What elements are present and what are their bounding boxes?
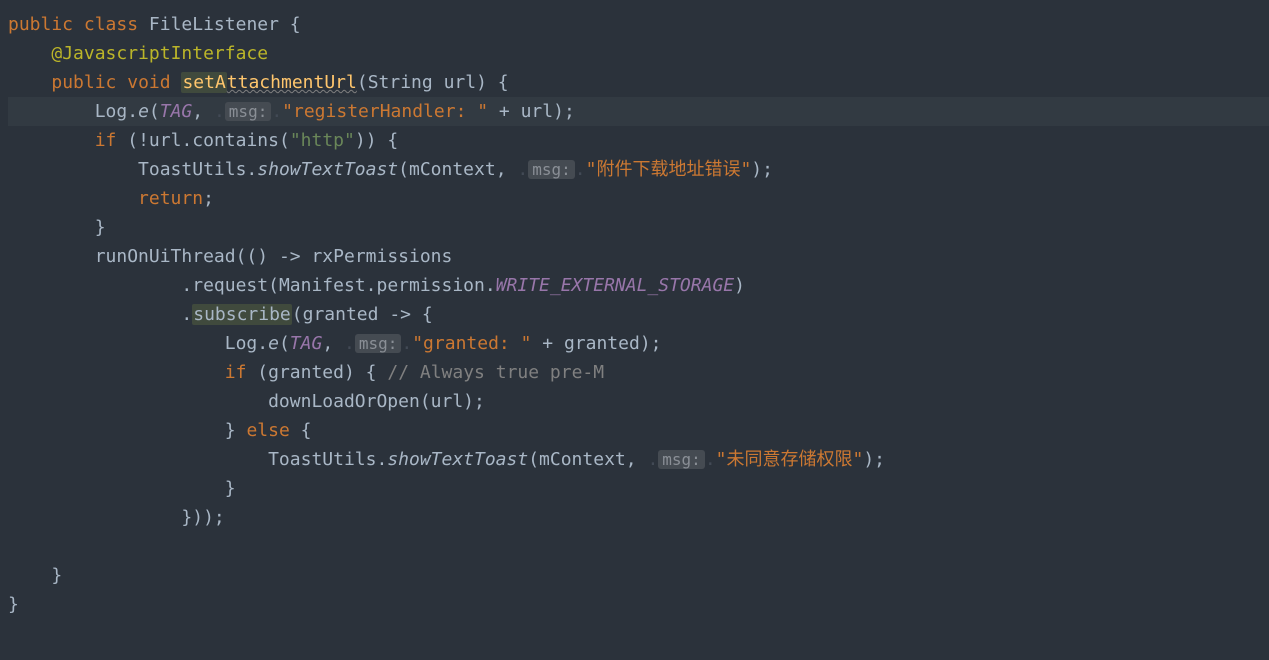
method-call-highlighted: subscribe: [192, 304, 292, 325]
paren: (: [357, 72, 368, 93]
field: TAG: [290, 333, 323, 354]
method-call: showTextToast: [387, 449, 528, 470]
method-name: ttachmentUrl: [227, 72, 357, 93]
code-line[interactable]: runOnUiThread(() -> rxPermissions: [8, 242, 1269, 271]
identifier: mContext: [539, 449, 626, 470]
identifier: url: [149, 130, 182, 151]
operator: +: [488, 101, 521, 122]
code-line[interactable]: return;: [8, 184, 1269, 213]
brace: {: [498, 72, 509, 93]
brace: {: [290, 14, 301, 35]
method-name-highlighted: setA: [181, 72, 226, 93]
method-call: request: [192, 275, 268, 296]
method-call: e: [268, 333, 279, 354]
keyword-public: public: [8, 14, 73, 35]
method-call: contains: [192, 130, 279, 151]
string-literal: "http": [290, 130, 355, 151]
code-line[interactable]: public void setAttachmentUrl(String url)…: [8, 68, 1269, 97]
keyword-if: if: [225, 362, 247, 383]
param: granted: [303, 304, 379, 325]
code-line[interactable]: }: [8, 213, 1269, 242]
keyword-void: void: [127, 72, 170, 93]
identifier: permission: [376, 275, 484, 296]
string-literal: "registerHandler: ": [282, 101, 488, 122]
annotation: @JavascriptInterface: [51, 43, 268, 64]
method-call: e: [138, 101, 149, 122]
method-call: runOnUiThread: [95, 246, 236, 267]
comment: // Always true pre-M: [387, 362, 604, 383]
param-hint: msg:: [225, 102, 272, 121]
class-name: FileListener: [149, 14, 279, 35]
type: String: [368, 72, 433, 93]
identifier: Log: [225, 333, 258, 354]
paren: ): [476, 72, 487, 93]
code-line[interactable]: } else {: [8, 416, 1269, 445]
keyword-if: if: [95, 130, 117, 151]
string-literal: "granted: ": [412, 333, 531, 354]
code-line[interactable]: @JavascriptInterface: [8, 39, 1269, 68]
identifier: granted: [564, 333, 640, 354]
identifier: ToastUtils: [268, 449, 376, 470]
string-literal: "未同意存储权限": [716, 449, 864, 470]
lambda-arrow: ->: [268, 246, 311, 267]
identifier: Log: [95, 101, 128, 122]
keyword-return: return: [138, 188, 203, 209]
code-line[interactable]: if (granted) { // Always true pre-M: [8, 358, 1269, 387]
code-line[interactable]: }: [8, 590, 1269, 619]
code-line[interactable]: .request(Manifest.permission.WRITE_EXTER…: [8, 271, 1269, 300]
code-line[interactable]: Log.e(TAG, .msg:."granted: " + granted);: [8, 329, 1269, 358]
code-editor[interactable]: public class FileListener { @JavascriptI…: [0, 10, 1269, 619]
identifier: rxPermissions: [311, 246, 452, 267]
method-call: showTextToast: [257, 159, 398, 180]
code-line-current[interactable]: Log.e(TAG, .msg:."registerHandler: " + u…: [8, 97, 1269, 126]
constant: WRITE_EXTERNAL_STORAGE: [496, 275, 734, 296]
keyword-public: public: [51, 72, 116, 93]
code-line[interactable]: }: [8, 561, 1269, 590]
param: url: [444, 72, 477, 93]
keyword-else: else: [246, 420, 289, 441]
code-line[interactable]: downLoadOrOpen(url);: [8, 387, 1269, 416]
code-line[interactable]: }));: [8, 503, 1269, 532]
identifier: Manifest: [279, 275, 366, 296]
keyword-class: class: [84, 14, 138, 35]
code-line[interactable]: [8, 532, 1269, 561]
identifier: url: [521, 101, 554, 122]
string-literal: "附件下载地址错误": [586, 159, 752, 180]
identifier: mContext: [409, 159, 496, 180]
code-line[interactable]: ToastUtils.showTextToast(mContext, .msg:…: [8, 445, 1269, 474]
method-call: downLoadOrOpen: [268, 391, 420, 412]
code-line[interactable]: if (!url.contains("http")) {: [8, 126, 1269, 155]
identifier: url: [431, 391, 464, 412]
param-hint: msg:: [658, 450, 705, 469]
code-line[interactable]: }: [8, 474, 1269, 503]
code-line[interactable]: ToastUtils.showTextToast(mContext, .msg:…: [8, 155, 1269, 184]
operator: +: [531, 333, 564, 354]
field: TAG: [160, 101, 193, 122]
code-line[interactable]: .subscribe(granted -> {: [8, 300, 1269, 329]
param-hint: msg:: [355, 334, 402, 353]
identifier: ToastUtils: [138, 159, 246, 180]
identifier: granted: [268, 362, 344, 383]
operator-not: !: [138, 130, 149, 151]
lambda-arrow: ->: [378, 304, 421, 325]
code-line[interactable]: public class FileListener {: [8, 10, 1269, 39]
param-hint: msg:: [528, 160, 575, 179]
